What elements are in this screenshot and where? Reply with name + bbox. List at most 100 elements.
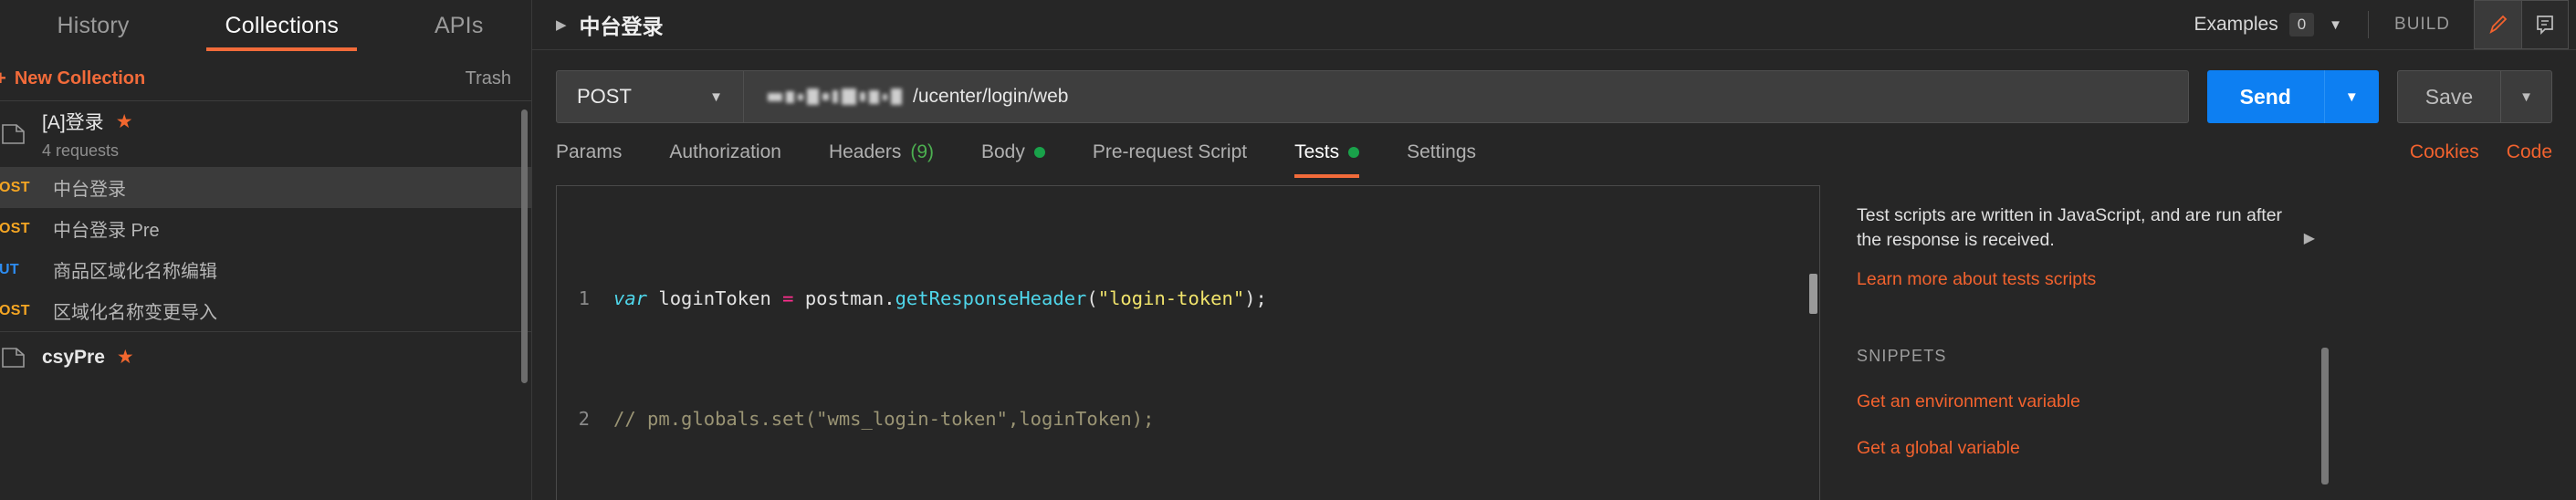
code-line: 1 var loginToken = postman.getResponseHe…: [557, 284, 1819, 314]
tab-settings[interactable]: Settings: [1407, 141, 1476, 178]
examples-count: 0: [2288, 13, 2315, 36]
line-number: 2: [578, 408, 590, 430]
chevron-down-icon: ▼: [709, 89, 723, 105]
headers-count-badge: (9): [910, 141, 934, 162]
method-select[interactable]: POST ▼: [557, 71, 744, 122]
new-collection-label: New Collection: [14, 68, 146, 89]
code-block: 1 var loginToken = postman.getResponseHe…: [557, 186, 1819, 500]
star-icon[interactable]: ★: [117, 348, 134, 367]
code-text: // pm.globals.set("wms_login-token",logi…: [613, 408, 1155, 430]
url-bar: POST ▼ /ucenter/login/web: [556, 70, 2189, 123]
collection-title-row: [A]登录 ★: [42, 108, 133, 135]
examples-label: Examples: [2194, 14, 2278, 35]
collection-request-count: 4 requests: [42, 141, 120, 160]
divider: [2368, 11, 2370, 38]
topbar-right: Examples 0 ▼ BUILD: [2194, 0, 2576, 49]
status-dot-icon: [1033, 147, 1045, 158]
redacted-host: [768, 87, 906, 107]
sidebar-tabs: History Collections APIs: [0, 0, 531, 57]
plus-icon: +: [0, 67, 6, 89]
tab-tests[interactable]: Tests: [1294, 141, 1360, 178]
code-text: var loginToken = postman.getResponseHead…: [613, 287, 1267, 309]
save-dropdown-icon[interactable]: ▼: [2500, 71, 2551, 122]
new-collection-button[interactable]: + New Collection: [0, 68, 145, 89]
tab-links: Cookies Code: [2410, 141, 2552, 178]
chevron-right-icon[interactable]: ▶: [2304, 229, 2315, 247]
code-link[interactable]: Code: [2507, 141, 2552, 163]
postman-window: History Collections APIs + New Collectio…: [0, 0, 2576, 500]
tab-label: Authorization: [669, 141, 781, 162]
main-panel: ▶ 中台登录 Examples 0 ▼ BUILD POST ▼ /ucente…: [532, 0, 2576, 500]
list-item[interactable]: POST 中台登录: [0, 167, 531, 208]
snippet-get-global-variable[interactable]: Get a global variable: [1857, 438, 2304, 459]
collection-name: csyPre: [42, 346, 105, 368]
send-dropdown-icon[interactable]: ▼: [2323, 70, 2379, 123]
list-item[interactable]: POST 区域化名称变更导入: [0, 290, 531, 331]
request-method: POST: [0, 302, 30, 318]
list-item[interactable]: POST 中台登录 Pre: [0, 208, 531, 249]
snippet-get-environment-variable[interactable]: Get an environment variable: [1857, 391, 2304, 412]
request-method: PUT: [0, 261, 19, 277]
cookies-link[interactable]: Cookies: [2410, 141, 2479, 163]
sidebar-tab-collections[interactable]: Collections: [177, 0, 386, 57]
editor-area: 1 var loginToken = postman.getResponseHe…: [532, 178, 2576, 500]
line-number: 1: [578, 287, 590, 309]
pencil-icon[interactable]: [2474, 0, 2521, 49]
tab-label: Settings: [1407, 141, 1477, 162]
collection-title-row: csyPre ★: [42, 347, 134, 369]
tab-pre-request-script[interactable]: Pre-request Script: [1093, 141, 1247, 178]
tab-authorization[interactable]: Authorization: [669, 141, 781, 178]
url-input[interactable]: /ucenter/login/web: [744, 86, 1068, 108]
tab-label: Body: [981, 141, 1025, 162]
send-label: Send: [2239, 84, 2291, 109]
help-scrollbar[interactable]: [2321, 348, 2329, 484]
request-name: 中台登录 Pre: [53, 221, 160, 241]
sidebar-tab-apis[interactable]: APIs: [386, 0, 531, 57]
request-name: 商品区域化名称编辑: [53, 262, 217, 282]
chevron-right-icon[interactable]: ▶: [556, 16, 567, 33]
tab-headers[interactable]: Headers (9): [829, 141, 934, 178]
tab-body[interactable]: Body: [981, 141, 1045, 178]
method-value: POST: [577, 85, 632, 108]
sidebar-actions: + New Collection Trash: [0, 57, 531, 100]
folder-icon: [2, 123, 26, 145]
request-list: POST 中台登录 POST 中台登录 Pre PUT 商品区域化名称编辑 PO…: [0, 167, 531, 331]
tab-params[interactable]: Params: [556, 141, 622, 178]
list-item[interactable]: PUT 商品区域化名称编辑: [0, 249, 531, 290]
chevron-down-icon[interactable]: ▼: [2329, 17, 2342, 33]
send-button[interactable]: Send ▼: [2206, 70, 2379, 123]
test-script-editor[interactable]: 1 var loginToken = postman.getResponseHe…: [556, 185, 1820, 500]
url-row: POST ▼ /ucenter/login/web Send ▼ Save ▼: [532, 50, 2576, 123]
request-method: POST: [0, 179, 30, 195]
collection-name: [A]登录: [42, 112, 104, 133]
collection-header[interactable]: [A]登录 ★ 4 requests: [0, 101, 531, 167]
sidebar-scrollbar[interactable]: [521, 109, 528, 383]
tab-label: Params: [556, 141, 623, 162]
sidebar: History Collections APIs + New Collectio…: [0, 0, 532, 500]
tab-label: Headers: [828, 141, 902, 162]
save-button[interactable]: Save ▼: [2396, 70, 2552, 123]
breadcrumb[interactable]: ▶ 中台登录: [556, 9, 664, 40]
collection-header-csypre[interactable]: csyPre ★: [0, 331, 531, 382]
help-description: Test scripts are written in JavaScript, …: [1857, 205, 2283, 250]
tab-label: Tests: [1294, 141, 1340, 162]
sidebar-tab-history[interactable]: History: [9, 0, 177, 57]
star-icon[interactable]: ★: [116, 112, 133, 131]
tab-label: Pre-request Script: [1092, 141, 1248, 162]
collection-texts: [A]登录 ★ 4 requests: [42, 108, 133, 161]
request-name: 区域化名称变更导入: [53, 303, 217, 323]
comment-icon[interactable]: [2521, 0, 2569, 49]
snippets-title: SNIPPETS: [1857, 347, 1947, 365]
build-label: BUILD: [2394, 15, 2450, 34]
page-title: 中台登录: [579, 15, 664, 38]
folder-icon: [2, 347, 26, 369]
code-line: 2 // pm.globals.set("wms_login-token",lo…: [557, 404, 1819, 434]
status-dot-icon: [1348, 147, 1360, 158]
request-tabs: Params Authorization Headers (9) Body Pr…: [532, 123, 2576, 178]
learn-more-link[interactable]: Learn more about tests scripts: [1857, 269, 2304, 290]
trash-button[interactable]: Trash: [466, 68, 511, 89]
save-label: Save: [2424, 84, 2474, 109]
editor-scrollbar[interactable]: [1809, 274, 1817, 314]
request-topbar: ▶ 中台登录 Examples 0 ▼ BUILD: [532, 0, 2576, 50]
help-panel: Test scripts are written in JavaScript, …: [1820, 185, 2331, 500]
